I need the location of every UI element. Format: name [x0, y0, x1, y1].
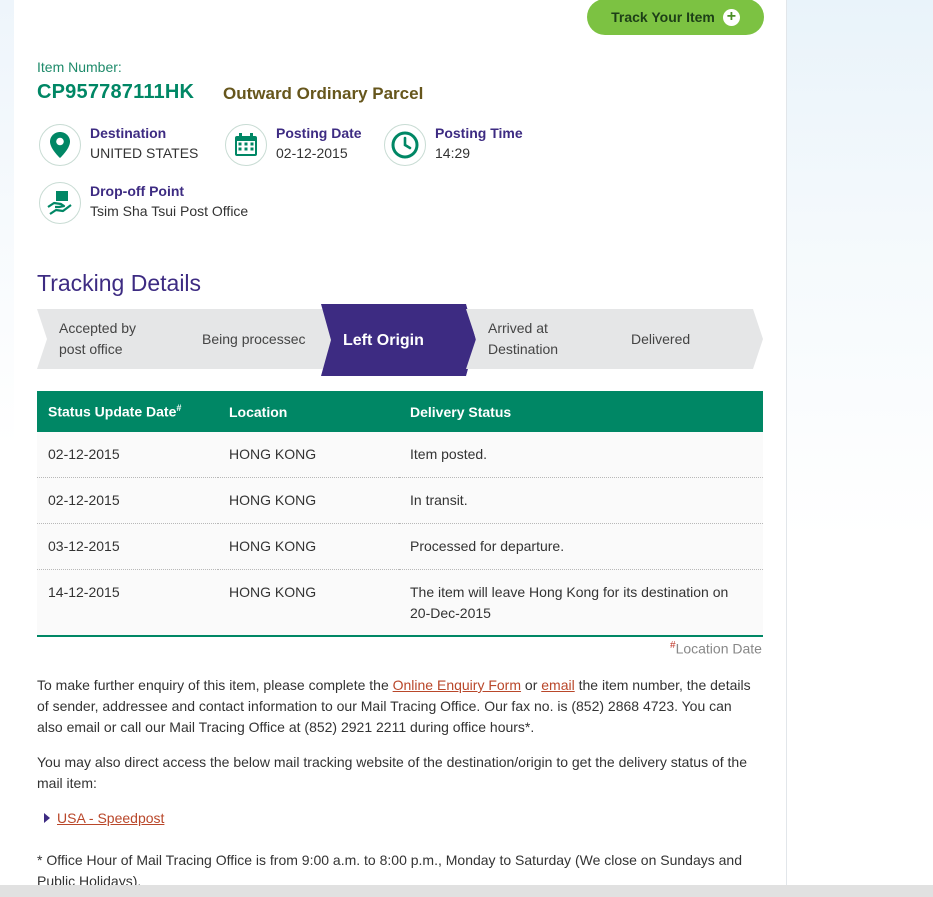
progress-steps: Accepted by post office Being processec … [37, 304, 763, 376]
step-label: Delivered [631, 330, 691, 347]
right-background [786, 0, 933, 897]
step-accepted: Accepted by post office [37, 309, 192, 369]
tracking-details-title: Tracking Details [37, 270, 202, 296]
item-number: CP957787111HK [37, 81, 195, 103]
table-row: 02-12-2015 HONG KONG Item posted. [37, 432, 763, 478]
item-type: Outward Ordinary Parcel [223, 84, 424, 103]
horizontal-scrollbar[interactable] [0, 885, 933, 897]
cell-status: Processed for departure. [399, 523, 763, 570]
plus-icon: + [722, 8, 740, 26]
direct-access-paragraph: You may also direct access the below mai… [37, 754, 747, 791]
destination-value: UNITED STATES [90, 145, 199, 161]
posting-date-value: 02-12-2015 [276, 145, 348, 161]
dropoff-info: Drop-off Point Tsim Sha Tsui Post Office [39, 182, 248, 224]
step-being-processed: Being processec [180, 309, 333, 369]
left-background [0, 0, 14, 897]
track-your-item-button[interactable]: Track Your Item + [587, 0, 764, 35]
cell-location: HONG KONG [218, 477, 399, 524]
tracking-table: Status Update Date# Location Delivery St… [37, 391, 763, 637]
step-label: Accepted by post office [59, 320, 137, 357]
item-number-label: Item Number: [37, 59, 122, 75]
cell-location: HONG KONG [218, 569, 399, 637]
step-label: Left Origin [343, 331, 424, 349]
bullet-arrow-icon [44, 813, 50, 823]
column-header-date: Status Update Date# [37, 391, 218, 432]
cell-date: 03-12-2015 [37, 523, 218, 570]
destination-info: Destination UNITED STATES [39, 124, 198, 166]
location-date-note: #Location Date [670, 640, 762, 657]
online-enquiry-form-link[interactable]: Online Enquiry Form [393, 677, 521, 693]
cell-date: 02-12-2015 [37, 477, 218, 524]
step-left-origin: Left Origin [321, 304, 476, 376]
column-header-location: Location [218, 391, 399, 432]
table-row: 02-12-2015 HONG KONG In transit. [37, 477, 763, 524]
location-pin-icon [39, 124, 81, 166]
usa-speedpost-link[interactable]: USA - Speedpost [57, 810, 164, 826]
cell-location: HONG KONG [218, 432, 399, 478]
posting-time-heading: Posting Time [435, 125, 523, 141]
table-row: 03-12-2015 HONG KONG Processed for departu… [37, 523, 763, 570]
step-delivered: Delivered [609, 309, 763, 369]
dropoff-heading: Drop-off Point [90, 183, 185, 199]
cell-status: The item will leave Hong Kong for its de… [399, 569, 763, 637]
posting-time-info: Posting Time 14:29 [384, 124, 523, 166]
step-arrived-destination: Arrived at Destination [466, 309, 621, 369]
table-row: 14-12-2015 HONG KONG The item will leave H… [37, 569, 763, 637]
clock-icon [384, 124, 426, 166]
dropoff-value: Tsim Sha Tsui Post Office [90, 203, 249, 219]
posting-date-heading: Posting Date [276, 125, 362, 141]
step-label: Being processec [202, 330, 306, 347]
track-button-label: Track Your Item [611, 9, 715, 25]
cell-status: Item posted. [399, 432, 763, 478]
posting-time-value: 14:29 [435, 145, 471, 161]
handover-icon [39, 182, 81, 224]
enquiry-paragraph: To make further enquiry of this item, pl… [37, 677, 751, 735]
calendar-icon [225, 124, 267, 166]
cell-status: In transit. [399, 477, 763, 524]
cell-date: 02-12-2015 [37, 432, 218, 478]
posting-date-info: Posting Date 02-12-2015 [225, 124, 362, 166]
column-header-status: Delivery Status [399, 391, 763, 432]
cell-date: 14-12-2015 [37, 569, 218, 637]
external-tracking-link-item: USA - Speedpost [44, 810, 164, 826]
cell-location: HONG KONG [218, 523, 399, 570]
table-header-row: Status Update Date# Location Delivery St… [37, 391, 763, 432]
email-link[interactable]: email [541, 677, 574, 693]
step-label: Arrived at Destination [488, 320, 559, 357]
destination-heading: Destination [90, 125, 167, 141]
